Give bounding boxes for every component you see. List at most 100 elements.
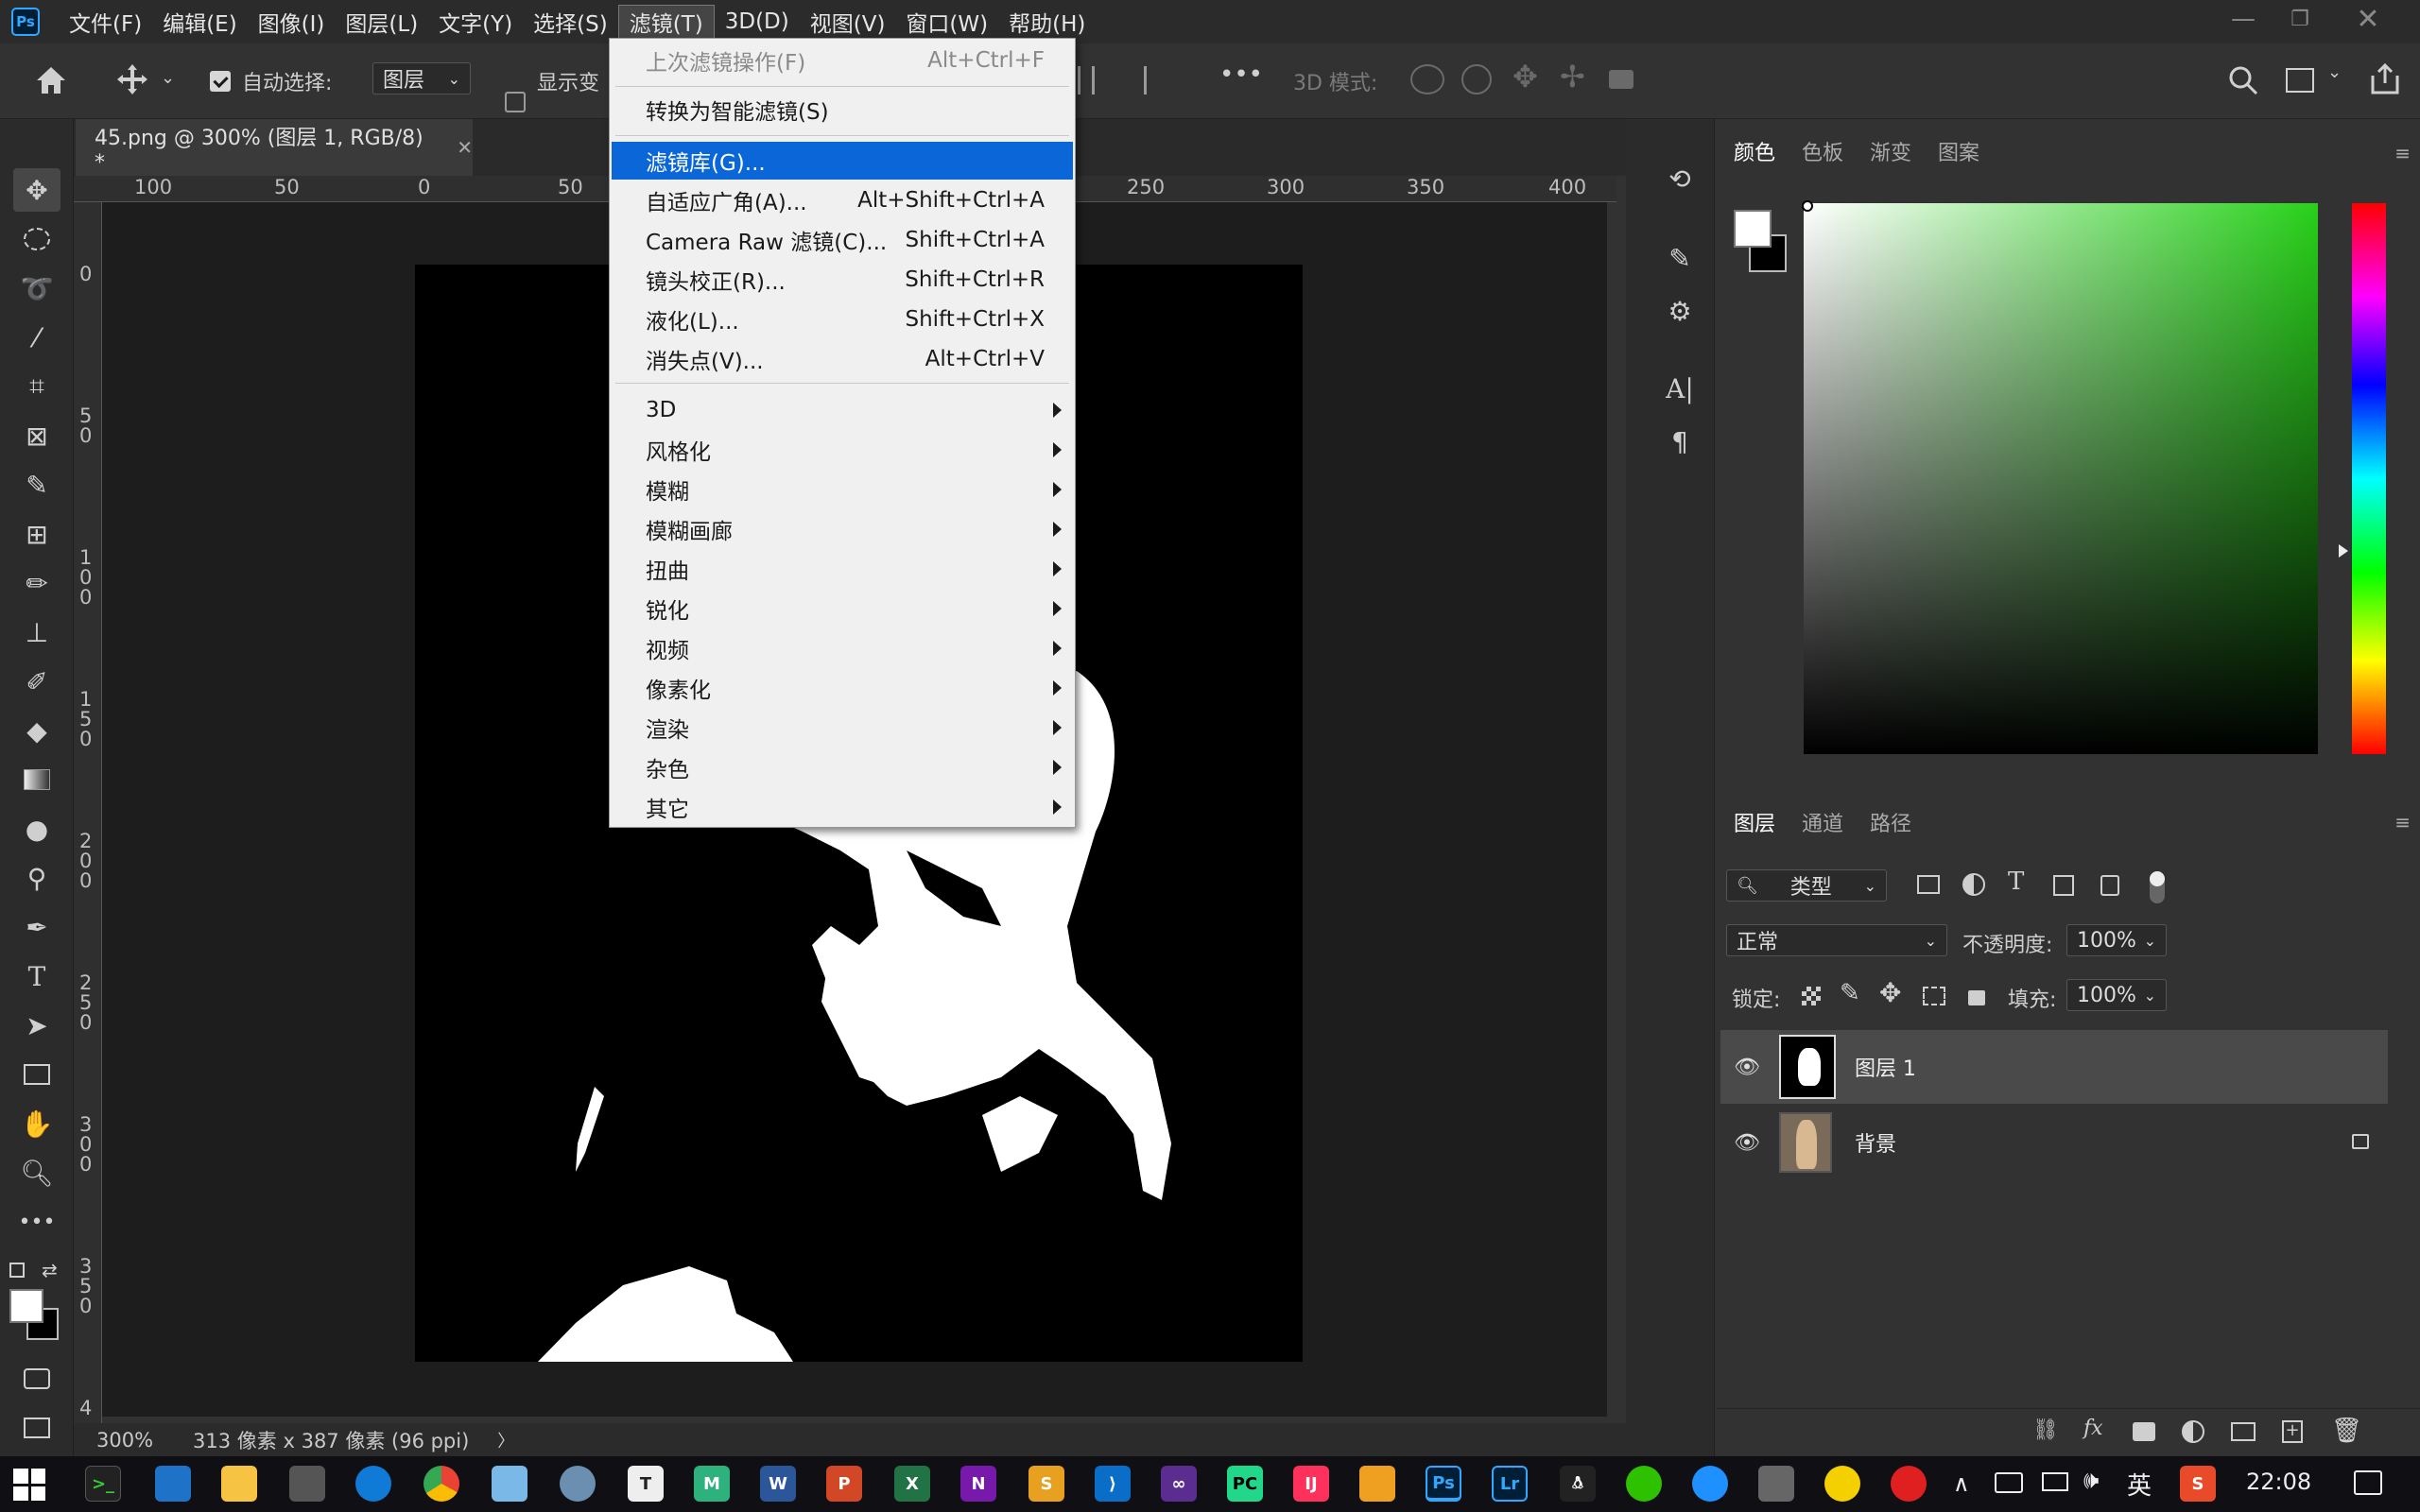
network-icon[interactable] xyxy=(2042,1472,2068,1491)
menu-item-lens-correction[interactable]: 镜头校正(R)... Shift+Ctrl+R xyxy=(612,261,1073,299)
foreground-color-swatch[interactable] xyxy=(9,1289,43,1323)
menu-select[interactable]: 选择(S) xyxy=(523,5,618,39)
quick-mask-icon[interactable] xyxy=(13,1357,60,1400)
windows-start-icon[interactable] xyxy=(13,1469,45,1501)
home-icon[interactable] xyxy=(34,64,68,96)
minimize-icon[interactable]: — xyxy=(2215,0,2272,38)
submenu-blur[interactable]: 模糊 xyxy=(612,471,1073,508)
word-app-icon[interactable]: W xyxy=(760,1466,796,1502)
link-layers-icon[interactable]: ⛓ xyxy=(2032,1418,2059,1442)
3d-slide-icon[interactable]: ✢ xyxy=(1560,59,1585,94)
menu-item-filter-gallery[interactable]: 滤镜库(G)... xyxy=(612,142,1073,180)
move-tool-icon[interactable]: ✥ xyxy=(13,168,60,212)
fill-input[interactable]: 100% ⌄ xyxy=(2066,979,2167,1011)
file-explorer-icon[interactable] xyxy=(221,1466,257,1502)
blend-mode-dropdown[interactable]: 正常 ⌄ xyxy=(1726,924,1947,956)
panel-menu-icon[interactable]: ≡ xyxy=(2394,811,2411,833)
feishu-app-icon[interactable] xyxy=(1692,1466,1728,1502)
move-tool-icon[interactable] xyxy=(115,62,149,96)
brush-settings-icon[interactable]: ✎ xyxy=(1656,236,1703,280)
eye-icon[interactable]: 👁︎ xyxy=(1734,1056,1760,1079)
terminal-app-icon[interactable]: >_ xyxy=(85,1466,121,1502)
submenu-pixelate[interactable]: 像素化 xyxy=(612,669,1073,707)
adjustments-icon[interactable]: ⚙ xyxy=(1656,289,1703,333)
photoshop-logo-icon[interactable]: Ps xyxy=(11,8,40,36)
opacity-input[interactable]: 100% ⌄ xyxy=(2066,924,2167,956)
stamp-tool-icon[interactable]: ⊥ xyxy=(13,610,60,654)
screen-mode-icon[interactable] xyxy=(13,1406,60,1450)
excel-app-icon[interactable]: X xyxy=(894,1466,930,1502)
submenu-noise[interactable]: 杂色 xyxy=(612,748,1073,786)
close-icon[interactable]: ✕ xyxy=(2340,0,2396,38)
new-layer-icon[interactable]: + xyxy=(2282,1420,2303,1443)
menu-file[interactable]: 文件(F) xyxy=(59,5,152,39)
submenu-3d[interactable]: 3D xyxy=(612,391,1073,429)
zoom-tool-icon[interactable]: 🔍︎ xyxy=(13,1151,60,1194)
tab-swatches[interactable]: 色板 xyxy=(1789,130,1857,172)
sogou-input-icon[interactable]: S xyxy=(2180,1466,2216,1502)
layer-name[interactable]: 背景 xyxy=(1855,1127,1896,1158)
store-app-icon[interactable] xyxy=(1758,1466,1794,1502)
lock-position-icon[interactable]: ✥ xyxy=(1879,977,1901,1008)
menu-edit[interactable]: 编辑(E) xyxy=(152,5,247,39)
layer-style-icon[interactable]: fx xyxy=(2083,1417,2103,1440)
hue-slider-handle[interactable] xyxy=(2339,544,2348,558)
battery-icon[interactable] xyxy=(1995,1472,2023,1493)
menu-item-convert-smart-filter[interactable]: 转换为智能滤镜(S) xyxy=(612,91,1073,129)
clock-time[interactable]: 22:08 xyxy=(2246,1469,2311,1495)
eraser-tool-icon[interactable]: ◆ xyxy=(13,709,60,752)
intellij-app-icon[interactable]: IJ xyxy=(1293,1466,1329,1502)
pen-tool-icon[interactable]: ✒ xyxy=(13,905,60,949)
hand-tool-icon[interactable]: ✋ xyxy=(13,1102,60,1145)
calculator-icon[interactable] xyxy=(289,1466,325,1502)
menu-type[interactable]: 文字(Y) xyxy=(428,5,523,39)
dodge-tool-icon[interactable]: ⚲ xyxy=(13,856,60,900)
3d-roll-icon[interactable] xyxy=(1461,64,1492,94)
lock-artboard-icon[interactable] xyxy=(1923,987,1945,1005)
panel-collapse-strip[interactable] xyxy=(1626,119,1645,1456)
magic-wand-tool-icon[interactable]: ⁄ xyxy=(13,316,60,359)
chevron-down-icon[interactable]: ⌄ xyxy=(2327,62,2342,82)
align-icon[interactable] xyxy=(1078,66,1095,94)
remote-app-icon[interactable] xyxy=(155,1466,191,1502)
foreground-color-swatch[interactable] xyxy=(1734,210,1772,248)
layer-name[interactable]: 图层 1 xyxy=(1855,1052,1916,1082)
tab-paths[interactable]: 路径 xyxy=(1857,801,1925,843)
distribute-icon[interactable] xyxy=(1144,66,1161,94)
zoom-level[interactable]: 300% xyxy=(96,1429,153,1452)
vscode-app-icon[interactable]: ⟩ xyxy=(1095,1466,1131,1502)
path-selection-tool-icon[interactable]: ➤ xyxy=(13,1004,60,1047)
3d-orbit-icon[interactable] xyxy=(1410,64,1444,94)
submenu-other[interactable]: 其它 xyxy=(612,788,1073,826)
history-panel-icon[interactable]: ⟲ xyxy=(1656,157,1703,200)
healing-tool-icon[interactable]: ⊞ xyxy=(13,512,60,556)
tab-patterns[interactable]: 图案 xyxy=(1925,130,1993,172)
tab-gradients[interactable]: 渐变 xyxy=(1857,130,1925,172)
menu-item-vanishing-point[interactable]: 消失点(V)... Alt+Ctrl+V xyxy=(612,340,1073,378)
gradient-tool-icon[interactable] xyxy=(13,758,60,801)
frame-tool-icon[interactable]: ⊠ xyxy=(13,414,60,457)
notes-yellow-app-icon[interactable] xyxy=(1359,1466,1395,1502)
default-colors-icon[interactable] xyxy=(9,1263,25,1278)
layer-row[interactable]: 👁︎ 图层 1 xyxy=(1720,1030,2388,1104)
ime-indicator[interactable]: 英 xyxy=(2127,1467,2152,1502)
layer-row[interactable]: 👁︎ 背景 xyxy=(1720,1106,2388,1179)
delete-layer-icon[interactable]: 🗑︎ xyxy=(2331,1417,2362,1445)
menu-layer[interactable]: 图层(L) xyxy=(335,5,428,39)
adjustment-layer-icon[interactable] xyxy=(2182,1420,2204,1443)
menu-3d[interactable]: 3D(D) xyxy=(715,5,800,39)
3d-pan-icon[interactable]: ✥ xyxy=(1512,59,1538,94)
compass-app-icon[interactable] xyxy=(560,1466,596,1502)
edit-toolbar-icon[interactable]: ••• xyxy=(13,1200,60,1244)
menu-image[interactable]: 图像(I) xyxy=(248,5,336,39)
notification-icon[interactable] xyxy=(2354,1470,2382,1495)
filter-type-icon[interactable]: T xyxy=(2008,868,2024,896)
filter-pixel-icon[interactable] xyxy=(1917,875,1940,894)
chrome-browser-icon[interactable] xyxy=(424,1466,459,1502)
pycharm-app-icon[interactable]: PC xyxy=(1227,1466,1263,1502)
marquee-tool-icon[interactable] xyxy=(13,217,60,261)
color-picker-marker[interactable] xyxy=(1802,200,1813,212)
chevron-down-icon[interactable]: ⌄ xyxy=(161,68,175,88)
auto-select-dropdown[interactable]: 图层 ⌄ xyxy=(372,62,471,94)
lightroom-taskbar-icon[interactable]: Lr xyxy=(1492,1466,1528,1502)
